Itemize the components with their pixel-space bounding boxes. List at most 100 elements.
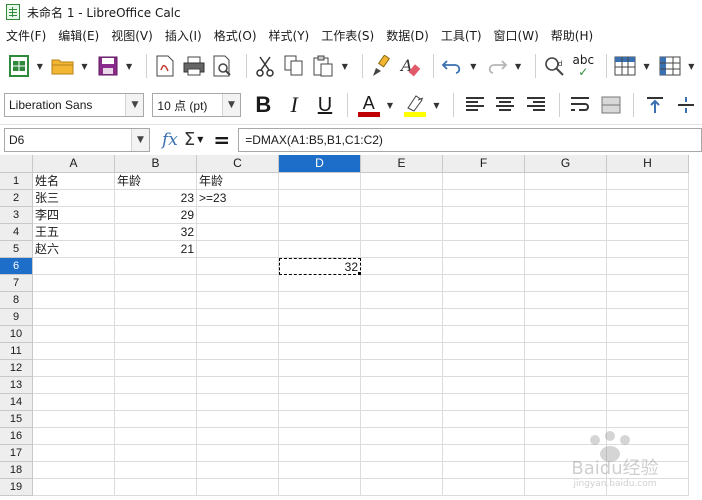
- cell-d6[interactable]: 32: [279, 258, 361, 275]
- cell-c11[interactable]: [197, 343, 279, 360]
- redo-dropdown-arrow[interactable]: ▼: [513, 53, 523, 79]
- cell-e9[interactable]: [361, 309, 443, 326]
- cell-c3[interactable]: [197, 207, 279, 224]
- column-header-h[interactable]: H: [607, 155, 689, 173]
- cell-g10[interactable]: [525, 326, 607, 343]
- cell-g13[interactable]: [525, 377, 607, 394]
- cell-a13[interactable]: [33, 377, 115, 394]
- cell-b14[interactable]: [115, 394, 197, 411]
- cell-d3[interactable]: [279, 207, 361, 224]
- cell-g6[interactable]: [525, 258, 607, 275]
- cell-h3[interactable]: [607, 207, 689, 224]
- undo-dropdown-arrow[interactable]: ▼: [469, 53, 479, 79]
- cell-a7[interactable]: [33, 275, 115, 292]
- cell-b18[interactable]: [115, 462, 197, 479]
- cell-e19[interactable]: [361, 479, 443, 496]
- cell-a5[interactable]: 赵六: [33, 241, 115, 258]
- sum-icon[interactable]: Σ: [184, 129, 195, 150]
- cell-g5[interactable]: [525, 241, 607, 258]
- row-header-4[interactable]: 4: [0, 224, 33, 241]
- cell-d7[interactable]: [279, 275, 361, 292]
- row-header-9[interactable]: 9: [0, 309, 33, 326]
- cell-f3[interactable]: [443, 207, 525, 224]
- cell-a1[interactable]: 姓名: [33, 173, 115, 190]
- cell-h5[interactable]: [607, 241, 689, 258]
- row-header-19[interactable]: 19: [0, 479, 33, 496]
- align-center-button[interactable]: [491, 91, 520, 119]
- cell-b13[interactable]: [115, 377, 197, 394]
- cell-a2[interactable]: 张三: [33, 190, 115, 207]
- cell-c4[interactable]: [197, 224, 279, 241]
- cell-a15[interactable]: [33, 411, 115, 428]
- cell-c2[interactable]: >=23: [197, 190, 279, 207]
- font-name-combo[interactable]: Liberation Sans ▼: [4, 93, 145, 117]
- column-header-f[interactable]: F: [443, 155, 525, 173]
- cell-a10[interactable]: [33, 326, 115, 343]
- cell-a16[interactable]: [33, 428, 115, 445]
- cell-b5[interactable]: 21: [115, 241, 197, 258]
- cell-h18[interactable]: [607, 462, 689, 479]
- cell-f5[interactable]: [443, 241, 525, 258]
- row-header-2[interactable]: 2: [0, 190, 33, 207]
- cell-d11[interactable]: [279, 343, 361, 360]
- cut-button[interactable]: [253, 53, 278, 79]
- cell-e5[interactable]: [361, 241, 443, 258]
- export-pdf-button[interactable]: [153, 53, 178, 79]
- cell-b7[interactable]: [115, 275, 197, 292]
- cell-f10[interactable]: [443, 326, 525, 343]
- cell-b19[interactable]: [115, 479, 197, 496]
- cell-g11[interactable]: [525, 343, 607, 360]
- cell-d13[interactable]: [279, 377, 361, 394]
- cell-d15[interactable]: [279, 411, 361, 428]
- cell-d9[interactable]: [279, 309, 361, 326]
- new-button[interactable]: [6, 53, 31, 79]
- row-header-15[interactable]: 15: [0, 411, 33, 428]
- cell-f17[interactable]: [443, 445, 525, 462]
- cell-c16[interactable]: [197, 428, 279, 445]
- open-button[interactable]: [51, 53, 76, 79]
- cell-e13[interactable]: [361, 377, 443, 394]
- new-dropdown-arrow[interactable]: ▼: [35, 53, 45, 79]
- cell-f13[interactable]: [443, 377, 525, 394]
- cell-f15[interactable]: [443, 411, 525, 428]
- align-left-button[interactable]: [460, 91, 489, 119]
- row-header-10[interactable]: 10: [0, 326, 33, 343]
- cell-f16[interactable]: [443, 428, 525, 445]
- cell-h13[interactable]: [607, 377, 689, 394]
- cell-f11[interactable]: [443, 343, 525, 360]
- row-header-13[interactable]: 13: [0, 377, 33, 394]
- cell-a19[interactable]: [33, 479, 115, 496]
- cell-b15[interactable]: [115, 411, 197, 428]
- cell-h2[interactable]: [607, 190, 689, 207]
- cell-b10[interactable]: [115, 326, 197, 343]
- cell-a3[interactable]: 李四: [33, 207, 115, 224]
- cell-d16[interactable]: [279, 428, 361, 445]
- cell-f8[interactable]: [443, 292, 525, 309]
- cell-a9[interactable]: [33, 309, 115, 326]
- cell-a11[interactable]: [33, 343, 115, 360]
- cell-h17[interactable]: [607, 445, 689, 462]
- cell-f9[interactable]: [443, 309, 525, 326]
- column-header-d[interactable]: D: [279, 155, 361, 173]
- column-header-a[interactable]: A: [33, 155, 115, 173]
- row-header-3[interactable]: 3: [0, 207, 33, 224]
- chevron-down-icon[interactable]: ▼: [131, 128, 149, 151]
- cell-c9[interactable]: [197, 309, 279, 326]
- cell-f1[interactable]: [443, 173, 525, 190]
- cell-e7[interactable]: [361, 275, 443, 292]
- row-header-12[interactable]: 12: [0, 360, 33, 377]
- paste-button[interactable]: [311, 53, 336, 79]
- cell-c1[interactable]: 年龄: [197, 173, 279, 190]
- column-header-c[interactable]: C: [197, 155, 279, 173]
- row-header-7[interactable]: 7: [0, 275, 33, 292]
- bold-button[interactable]: B: [249, 91, 278, 119]
- cell-c18[interactable]: [197, 462, 279, 479]
- column-header-b[interactable]: B: [115, 155, 197, 173]
- align-top-button[interactable]: [640, 91, 669, 119]
- cell-d4[interactable]: [279, 224, 361, 241]
- row-header-14[interactable]: 14: [0, 394, 33, 411]
- chevron-down-icon[interactable]: ▼: [221, 94, 240, 116]
- cell-h7[interactable]: [607, 275, 689, 292]
- cell-g1[interactable]: [525, 173, 607, 190]
- cell-d14[interactable]: [279, 394, 361, 411]
